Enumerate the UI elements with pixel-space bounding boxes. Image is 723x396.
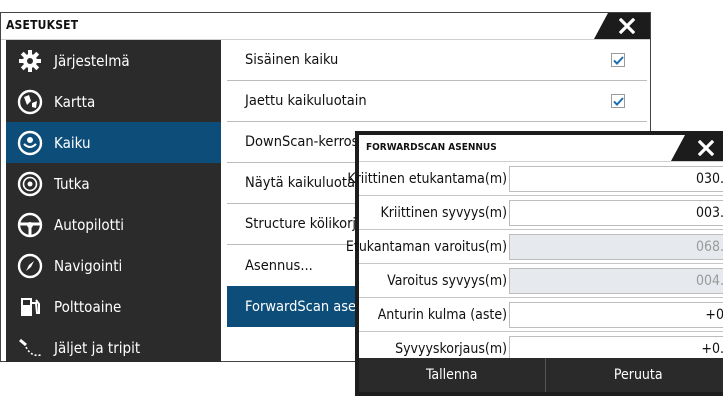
list-item-jaettu-kaikuluotain[interactable]: Jaettu kaikuluotain <box>227 81 647 122</box>
sidebar-item-jarjestelma[interactable]: Järjestelmä <box>6 40 221 81</box>
varoitus-syvyys-input: 004.6 <box>509 268 723 294</box>
field-row-varoitus-syvyys: Varoitus syvyys(m) 004.6 <box>359 264 723 298</box>
field-row-kriittinen-etukantama: Kriittinen etukantama(m) 030.5 <box>359 162 723 196</box>
sidebar-item-label: Navigointi <box>54 257 122 275</box>
sidebar-item-kartta[interactable]: Kartta <box>6 81 221 122</box>
sidebar-item-polttoaine[interactable]: Polttoaine <box>6 286 221 327</box>
list-item-label: Jaettu kaikuluotain <box>245 93 367 109</box>
radar-icon <box>14 168 46 200</box>
gear-icon <box>14 45 46 77</box>
kriittinen-syvyys-input[interactable]: 003.0 <box>509 200 723 226</box>
settings-header: ASETUKSET <box>1 13 650 40</box>
fuel-pump-icon <box>14 291 46 323</box>
anturin-kulma-input[interactable]: +00 <box>509 302 723 328</box>
settings-sidebar: Järjestelmä Kartta Kaiku Tutka Autopilot… <box>6 40 221 362</box>
list-item-sisainen-kaiku[interactable]: Sisäinen kaiku <box>227 40 647 81</box>
kriittinen-etukantama-input[interactable]: 030.5 <box>509 166 723 192</box>
sidebar-item-label: Tutka <box>54 175 90 193</box>
dialog-header: FORWARDSCAN ASENNUS <box>359 135 723 162</box>
field-row-anturin-kulma: Anturin kulma (aste) +00 <box>359 298 723 332</box>
field-label: Kriittinen syvyys(m) <box>380 205 507 221</box>
sidebar-item-label: Jäljet ja tripit <box>54 339 140 357</box>
close-icon <box>619 18 635 34</box>
list-item-label: Structure kölikorja <box>245 216 364 232</box>
sidebar-item-label: Kaiku <box>54 134 91 152</box>
save-button[interactable]: Tallenna <box>359 358 545 392</box>
dialog-title: FORWARDSCAN ASENNUS <box>366 142 497 153</box>
close-button[interactable] <box>594 13 650 39</box>
chart-icon <box>14 86 46 118</box>
field-label: Kriittinen etukantama(m) <box>347 171 507 187</box>
sidebar-item-tutka[interactable]: Tutka <box>6 163 221 204</box>
checkmark-icon <box>613 56 624 65</box>
track-icon <box>14 332 46 364</box>
close-icon <box>698 140 714 156</box>
list-item-label: DownScan-kerros <box>245 134 358 150</box>
sidebar-item-kaiku[interactable]: Kaiku <box>6 122 221 163</box>
field-row-kriittinen-syvyys: Kriittinen syvyys(m) 003.0 <box>359 196 723 230</box>
list-item-label: Asennus... <box>245 258 313 274</box>
field-label: Anturin kulma (aste) <box>378 307 507 323</box>
field-label: Etukantaman varoitus(m) <box>346 239 507 255</box>
etukantaman-varoitus-input: 068.6 <box>509 234 723 260</box>
sidebar-item-label: Polttoaine <box>54 298 121 316</box>
checkmark-icon <box>613 97 624 106</box>
echo-icon <box>14 127 46 159</box>
sidebar-item-autopilotti[interactable]: Autopilotti <box>6 204 221 245</box>
list-item-label: ForwardScan asen <box>245 299 364 315</box>
dialog-button-bar: Tallenna Peruuta <box>359 358 723 392</box>
sisainen-kaiku-checkbox[interactable] <box>611 53 625 67</box>
steering-wheel-icon <box>14 209 46 241</box>
compass-icon <box>14 250 46 282</box>
sidebar-item-label: Kartta <box>54 93 95 111</box>
sidebar-item-label: Järjestelmä <box>54 52 130 70</box>
list-item-label: Sisäinen kaiku <box>245 52 338 68</box>
sidebar-item-navigointi[interactable]: Navigointi <box>6 245 221 286</box>
forwardscan-dialog: FORWARDSCAN ASENNUS Kriittinen etukantam… <box>355 131 723 396</box>
field-label: Syvyyskorjaus(m) <box>395 341 507 357</box>
cancel-button[interactable]: Peruuta <box>545 358 723 392</box>
jaettu-kaikuluotain-checkbox[interactable] <box>611 94 625 108</box>
field-label: Varoitus syvyys(m) <box>387 273 507 289</box>
settings-title: ASETUKSET <box>6 18 78 32</box>
sidebar-item-jaljet[interactable]: Jäljet ja tripit <box>6 327 221 368</box>
sidebar-item-label: Autopilotti <box>54 216 124 234</box>
field-row-etukantaman-varoitus: Etukantaman varoitus(m) 068.6 <box>359 230 723 264</box>
dialog-close-button[interactable] <box>671 135 723 161</box>
